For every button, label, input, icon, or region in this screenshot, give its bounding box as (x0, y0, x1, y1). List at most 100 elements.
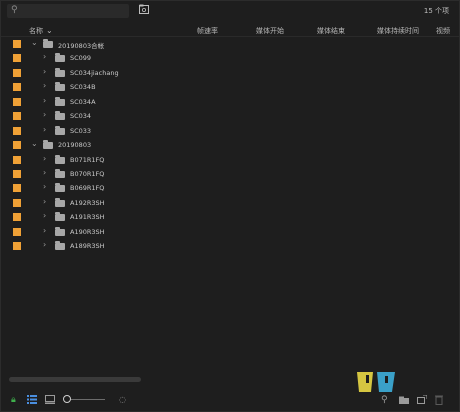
chevron-down-icon[interactable]: ⌄ (31, 38, 38, 47)
sub-bin-row[interactable]: › A191R3SH (1, 210, 459, 224)
bin-row[interactable]: ⌄ 20190803 (1, 138, 459, 152)
bin-label: SC034B (70, 83, 96, 92)
bin-label: A191R3SH (70, 213, 105, 222)
new-bin-icon[interactable] (399, 396, 409, 404)
label-color-swatch[interactable] (13, 242, 21, 251)
bin-label: B071R1FQ (70, 155, 105, 164)
lock-icon[interactable]: 🔒︎ (11, 395, 16, 405)
sub-bin-row[interactable]: › SC033 (1, 124, 459, 138)
bin-label: A189R3SH (70, 242, 105, 251)
bin-label: B069R1FQ (70, 184, 105, 193)
bin-label: 20190803 (58, 141, 92, 150)
folder-icon (55, 168, 65, 178)
icon-view-icon[interactable] (45, 395, 55, 404)
chevron-right-icon[interactable]: › (43, 226, 46, 235)
label-color-swatch[interactable] (13, 198, 21, 207)
column-media-duration[interactable]: 媒体持续时间 (377, 26, 419, 36)
column-video[interactable]: 视频 (436, 26, 450, 36)
bin-label: SC033 (70, 126, 92, 135)
folder-icon (55, 212, 65, 222)
sub-bin-row[interactable]: › B071R1FQ (1, 153, 459, 167)
label-color-swatch[interactable] (13, 40, 21, 48)
bin-list: ⌄ 20190803合帐 › SC099 › SC034jiachang › SC034B › S… (1, 37, 459, 254)
bin-label: SC034A (70, 97, 96, 106)
search-icon: ⚲ (11, 5, 18, 15)
bin-label: 20190803合帐 (58, 42, 105, 50)
label-color-swatch[interactable] (13, 83, 21, 92)
chevron-right-icon[interactable]: › (43, 240, 46, 249)
folder-icon (55, 53, 65, 63)
sub-bin-row[interactable]: › A189R3SH (1, 239, 459, 253)
list-view-icon[interactable] (27, 395, 37, 404)
label-color-swatch[interactable] (13, 126, 21, 135)
sub-bin-row[interactable]: › SC099 (1, 51, 459, 65)
chevron-right-icon[interactable]: › (43, 168, 46, 177)
search-input[interactable]: ⚲ (7, 4, 129, 18)
chevron-right-icon[interactable]: › (43, 197, 46, 206)
sort-chevron-down-icon[interactable]: ⌄ (46, 26, 53, 35)
column-header: 名称 ⌄ 帧速率 媒体开始 媒体结束 媒体持续时间 视频 (1, 23, 459, 37)
folder-icon (55, 183, 65, 193)
sub-bin-row[interactable]: › A190R3SH (1, 225, 459, 239)
top-bar: ⚲ 15 个项 (1, 1, 459, 21)
chevron-right-icon[interactable]: › (43, 125, 46, 134)
folder-icon (43, 140, 53, 150)
watermark-logo-icon (357, 372, 395, 392)
project-panel: ⚲ 15 个项 名称 ⌄ 帧速率 媒体开始 媒体结束 媒体持续时间 视频 ⌄ 20… (0, 0, 460, 412)
chevron-right-icon[interactable]: › (43, 110, 46, 119)
bin-label: SC034 (70, 112, 92, 121)
label-color-swatch[interactable] (13, 155, 21, 164)
sub-bin-row[interactable]: › B069R1FQ (1, 181, 459, 195)
folder-icon (55, 154, 65, 164)
column-media-start[interactable]: 媒体开始 (256, 26, 284, 36)
folder-icon (55, 125, 65, 135)
bin-row[interactable]: ⌄ 20190803合帐 (1, 37, 459, 51)
folder-icon (43, 39, 53, 48)
label-color-swatch[interactable] (13, 141, 21, 150)
column-media-end[interactable]: 媒体结束 (317, 26, 345, 36)
freeform-view-icon[interactable]: ◌ (119, 395, 126, 404)
sub-bin-row[interactable]: › SC034jiachang (1, 66, 459, 80)
chevron-right-icon[interactable]: › (43, 67, 46, 76)
bin-label: A192R3SH (70, 198, 105, 207)
trash-icon[interactable] (435, 395, 443, 405)
folder-icon (55, 82, 65, 92)
zoom-slider-handle[interactable] (63, 395, 71, 403)
chevron-right-icon[interactable]: › (43, 96, 46, 105)
label-color-swatch[interactable] (13, 213, 21, 222)
chevron-right-icon[interactable]: › (43, 81, 46, 90)
sub-bin-row[interactable]: › SC034A (1, 95, 459, 109)
sub-bin-row[interactable]: › SC034B (1, 80, 459, 94)
label-color-swatch[interactable] (13, 184, 21, 193)
chevron-right-icon[interactable]: › (43, 52, 46, 61)
horizontal-scrollbar[interactable] (9, 377, 141, 382)
item-count: 15 个项 (423, 7, 449, 15)
sub-bin-row[interactable]: › B070R1FQ (1, 167, 459, 181)
label-color-swatch[interactable] (13, 97, 21, 106)
chevron-right-icon[interactable]: › (43, 182, 46, 191)
folder-icon (55, 241, 65, 251)
bin-label: SC034jiachang (70, 68, 119, 77)
folder-icon (55, 111, 65, 121)
sub-bin-row[interactable]: › A192R3SH (1, 196, 459, 210)
column-frame-rate[interactable]: 帧速率 (197, 26, 218, 36)
new-item-icon[interactable] (417, 395, 427, 404)
bin-label: A190R3SH (70, 227, 105, 236)
chevron-right-icon[interactable]: › (43, 211, 46, 220)
label-color-swatch[interactable] (13, 169, 21, 178)
folder-icon (55, 197, 65, 207)
label-color-swatch[interactable] (13, 68, 21, 77)
folder-icon (55, 226, 65, 236)
label-color-swatch[interactable] (13, 227, 21, 236)
zoom-slider-track[interactable] (69, 399, 105, 400)
label-color-swatch[interactable] (13, 112, 21, 121)
new-bin-from-search-icon[interactable] (139, 4, 149, 14)
chevron-right-icon[interactable]: › (43, 154, 46, 163)
find-icon[interactable]: ⚲ (381, 395, 388, 405)
label-color-swatch[interactable] (13, 54, 21, 63)
folder-icon (55, 96, 65, 106)
column-name[interactable]: 名称 (29, 26, 43, 36)
bin-label: SC099 (70, 54, 92, 63)
chevron-down-icon[interactable]: ⌄ (31, 139, 38, 148)
sub-bin-row[interactable]: › SC034 (1, 109, 459, 123)
